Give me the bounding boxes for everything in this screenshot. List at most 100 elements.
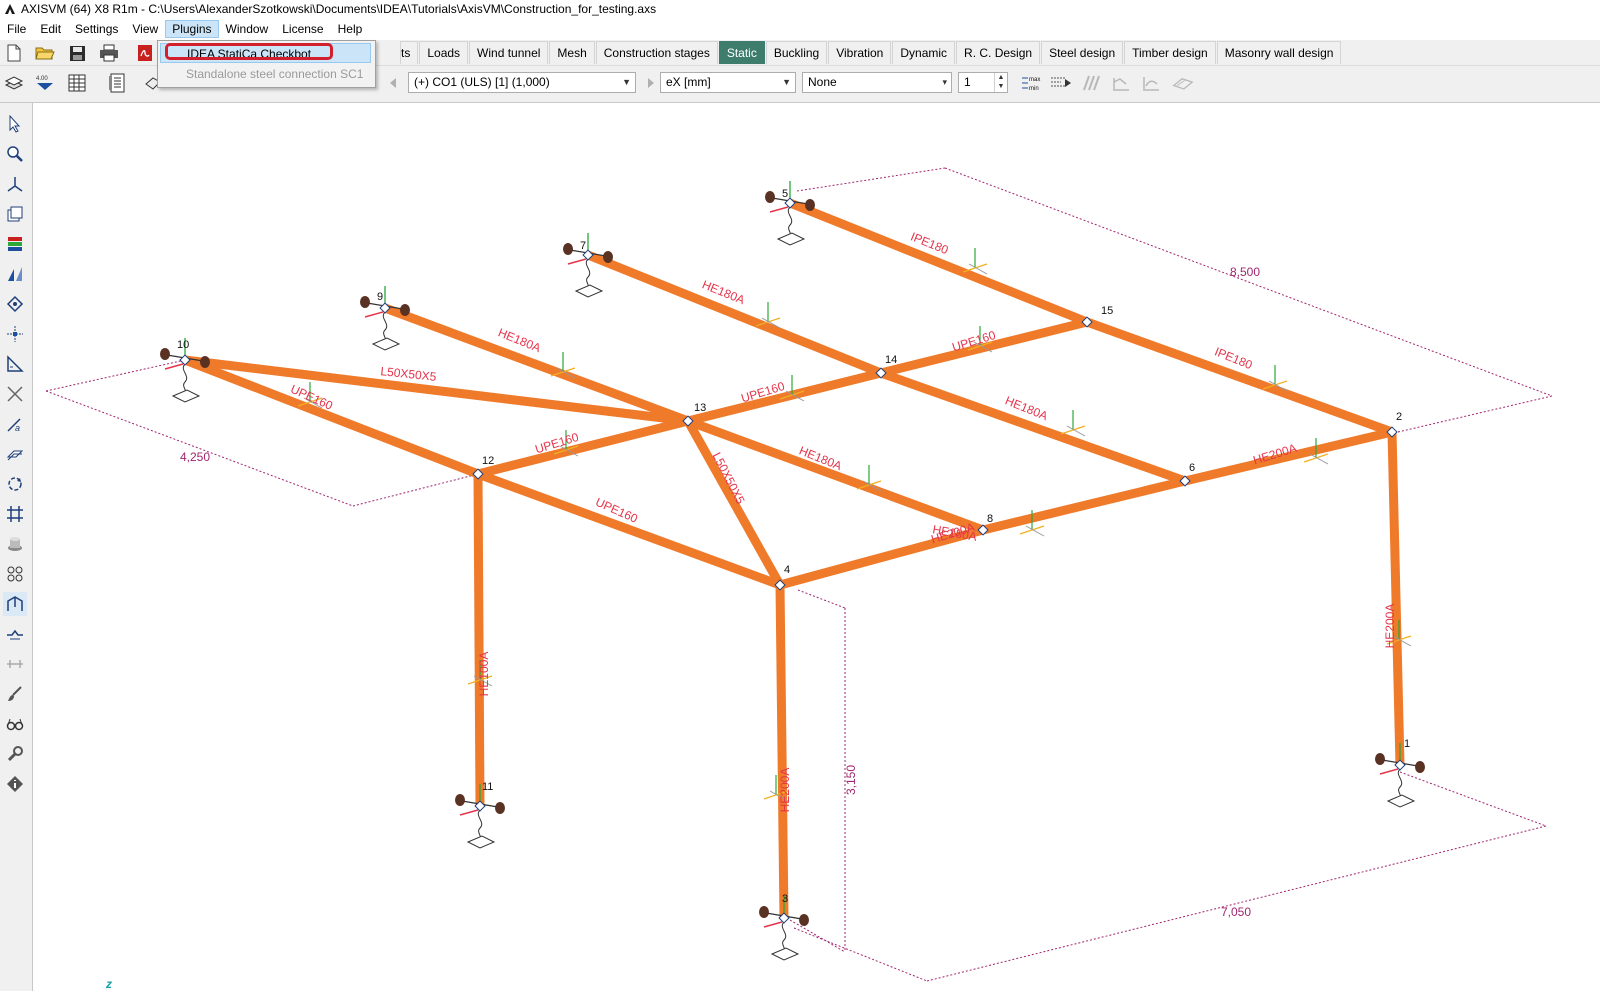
menu-plugins[interactable]: Plugins	[165, 20, 219, 38]
local-axis-marker	[1060, 410, 1086, 437]
member-2-1	[1387, 431, 1405, 766]
wrench-icon[interactable]	[3, 742, 27, 766]
layers-icon[interactable]	[3, 232, 27, 256]
z-axis-marker: z	[105, 977, 112, 991]
model-viewport[interactable]: 1 2 3 4 5 6 7 8 9 10 11 12 13 14 15 IPE180 IPE180 HE180A…	[33, 103, 1600, 991]
tab-steel-design[interactable]: Steel design	[1041, 41, 1124, 64]
display-mode-select[interactable]: None ▾	[802, 72, 952, 93]
menu-help[interactable]: Help	[331, 20, 370, 38]
menu-edit[interactable]: Edit	[33, 20, 68, 38]
menu-view[interactable]: View	[125, 20, 165, 38]
table-icon[interactable]	[66, 72, 88, 94]
plugins-dropdown: IDEA StatiCa Checkbot Standalone steel c…	[157, 40, 376, 88]
glasses-icon[interactable]	[3, 712, 27, 736]
member-4-3	[775, 584, 789, 919]
axes-icon[interactable]	[3, 172, 27, 196]
dimension-line	[789, 919, 846, 953]
step-spinner[interactable]: 1 ▲ ▼	[958, 72, 1008, 93]
support-knob-icon	[1375, 753, 1385, 765]
next-arrow-icon[interactable]	[640, 72, 662, 94]
menu-bar: File Edit Settings View Plugins Window L…	[0, 19, 1600, 39]
support-icon[interactable]	[3, 622, 27, 646]
support-spring-icon	[1397, 768, 1403, 798]
brush-icon[interactable]	[3, 682, 27, 706]
node-number-4: 4	[784, 564, 790, 576]
dimension-line	[45, 359, 186, 392]
member-5-15	[788, 198, 1089, 327]
load-value-icon[interactable]: 4.00	[34, 72, 56, 94]
tab-elements[interactable]: ts	[400, 41, 419, 64]
grid-icon[interactable]	[3, 502, 27, 526]
support-spring-icon	[781, 921, 787, 951]
module-tabs: ts Loads Wind tunnel Mesh Construction s…	[400, 41, 1342, 64]
render-icon[interactable]	[3, 262, 27, 286]
layer-stack-icon[interactable]	[3, 72, 25, 94]
node-icon[interactable]	[3, 292, 27, 316]
support-base-icon	[770, 947, 800, 961]
rotate-icon[interactable]	[3, 472, 27, 496]
dimension-line	[352, 473, 479, 507]
print-icon[interactable]	[98, 42, 120, 64]
menu-license[interactable]: License	[275, 20, 330, 38]
tab-masonry-wall-design[interactable]: Masonry wall design	[1216, 41, 1342, 64]
layer-plane-icon[interactable]	[3, 442, 27, 466]
tab-rc-design[interactable]: R. C. Design	[956, 41, 1041, 64]
tab-timber-design[interactable]: Timber design	[1124, 41, 1216, 64]
tab-static[interactable]: Static	[718, 41, 765, 64]
min-max-icon[interactable]: max min	[1020, 72, 1042, 94]
support-arrow-icon	[364, 311, 384, 318]
menu-settings[interactable]: Settings	[68, 20, 125, 38]
load-combination-select[interactable]: (+) CO1 (ULS) [1] (1,000) ▼	[408, 72, 636, 93]
structural-members	[183, 198, 1405, 919]
svg-text:4.00: 4.00	[36, 76, 48, 82]
animation-icon[interactable]	[1050, 72, 1072, 94]
zoom-icon[interactable]	[3, 142, 27, 166]
copy-view-icon[interactable]	[3, 202, 27, 226]
new-file-icon[interactable]	[3, 42, 25, 64]
solid-icon[interactable]	[3, 532, 27, 556]
pdf-export-icon[interactable]	[134, 42, 156, 64]
structure-drawing[interactable]: 123456789101112131415 IPE180IPE180HE180A…	[33, 103, 1600, 991]
dimension-label-height: 3,150	[844, 765, 858, 795]
mesh-icon[interactable]	[3, 562, 27, 586]
tab-wind-tunnel[interactable]: Wind tunnel	[469, 41, 549, 64]
tab-vibration[interactable]: Vibration	[828, 41, 892, 64]
menu-file[interactable]: File	[0, 20, 33, 38]
cut-icon[interactable]	[3, 382, 27, 406]
node-number-10: 10	[177, 339, 189, 351]
tool-sidebar: a	[0, 103, 33, 991]
tab-construction-stages[interactable]: Construction stages	[595, 41, 718, 64]
measure-icon[interactable]	[3, 352, 27, 376]
node-number-1: 1	[1404, 738, 1410, 750]
frame-icon[interactable]	[3, 592, 27, 616]
pointer-icon[interactable]	[3, 112, 27, 136]
tab-loads[interactable]: Loads	[419, 41, 469, 64]
report-icon[interactable]	[106, 72, 128, 94]
open-folder-icon[interactable]	[34, 42, 56, 64]
support-node-3	[759, 896, 809, 961]
info-icon[interactable]	[3, 772, 27, 796]
tab-dynamic[interactable]: Dynamic	[892, 41, 956, 64]
dimension-icon[interactable]	[3, 322, 27, 346]
dimension-label-x-top: 8,500	[1230, 265, 1260, 279]
spinner-arrows-icon[interactable]: ▲ ▼	[994, 73, 1007, 92]
save-icon[interactable]	[66, 42, 88, 64]
chevron-down-icon: ▾	[942, 77, 947, 87]
member-8-6	[981, 476, 1187, 535]
menu-window[interactable]: Window	[219, 20, 276, 38]
member-12-11	[473, 473, 485, 807]
label-icon[interactable]: a	[3, 412, 27, 436]
menu-item-idea-statica-checkbot[interactable]: IDEA StatiCa Checkbot	[160, 43, 371, 63]
support-base-icon	[466, 835, 496, 849]
tab-mesh[interactable]: Mesh	[549, 41, 595, 64]
node-number-3: 3	[782, 893, 788, 905]
iso-lines-icon	[1140, 72, 1162, 94]
tab-buckling[interactable]: Buckling	[765, 41, 828, 64]
result-component-select[interactable]: eX [mm] ▼	[660, 72, 796, 93]
prev-arrow-icon[interactable]	[382, 72, 404, 94]
dimension-line	[793, 927, 928, 982]
dimension-line	[796, 167, 946, 192]
node-number-15: 15	[1101, 305, 1113, 317]
support-base-icon	[171, 389, 201, 403]
support-knob-icon	[805, 199, 815, 211]
